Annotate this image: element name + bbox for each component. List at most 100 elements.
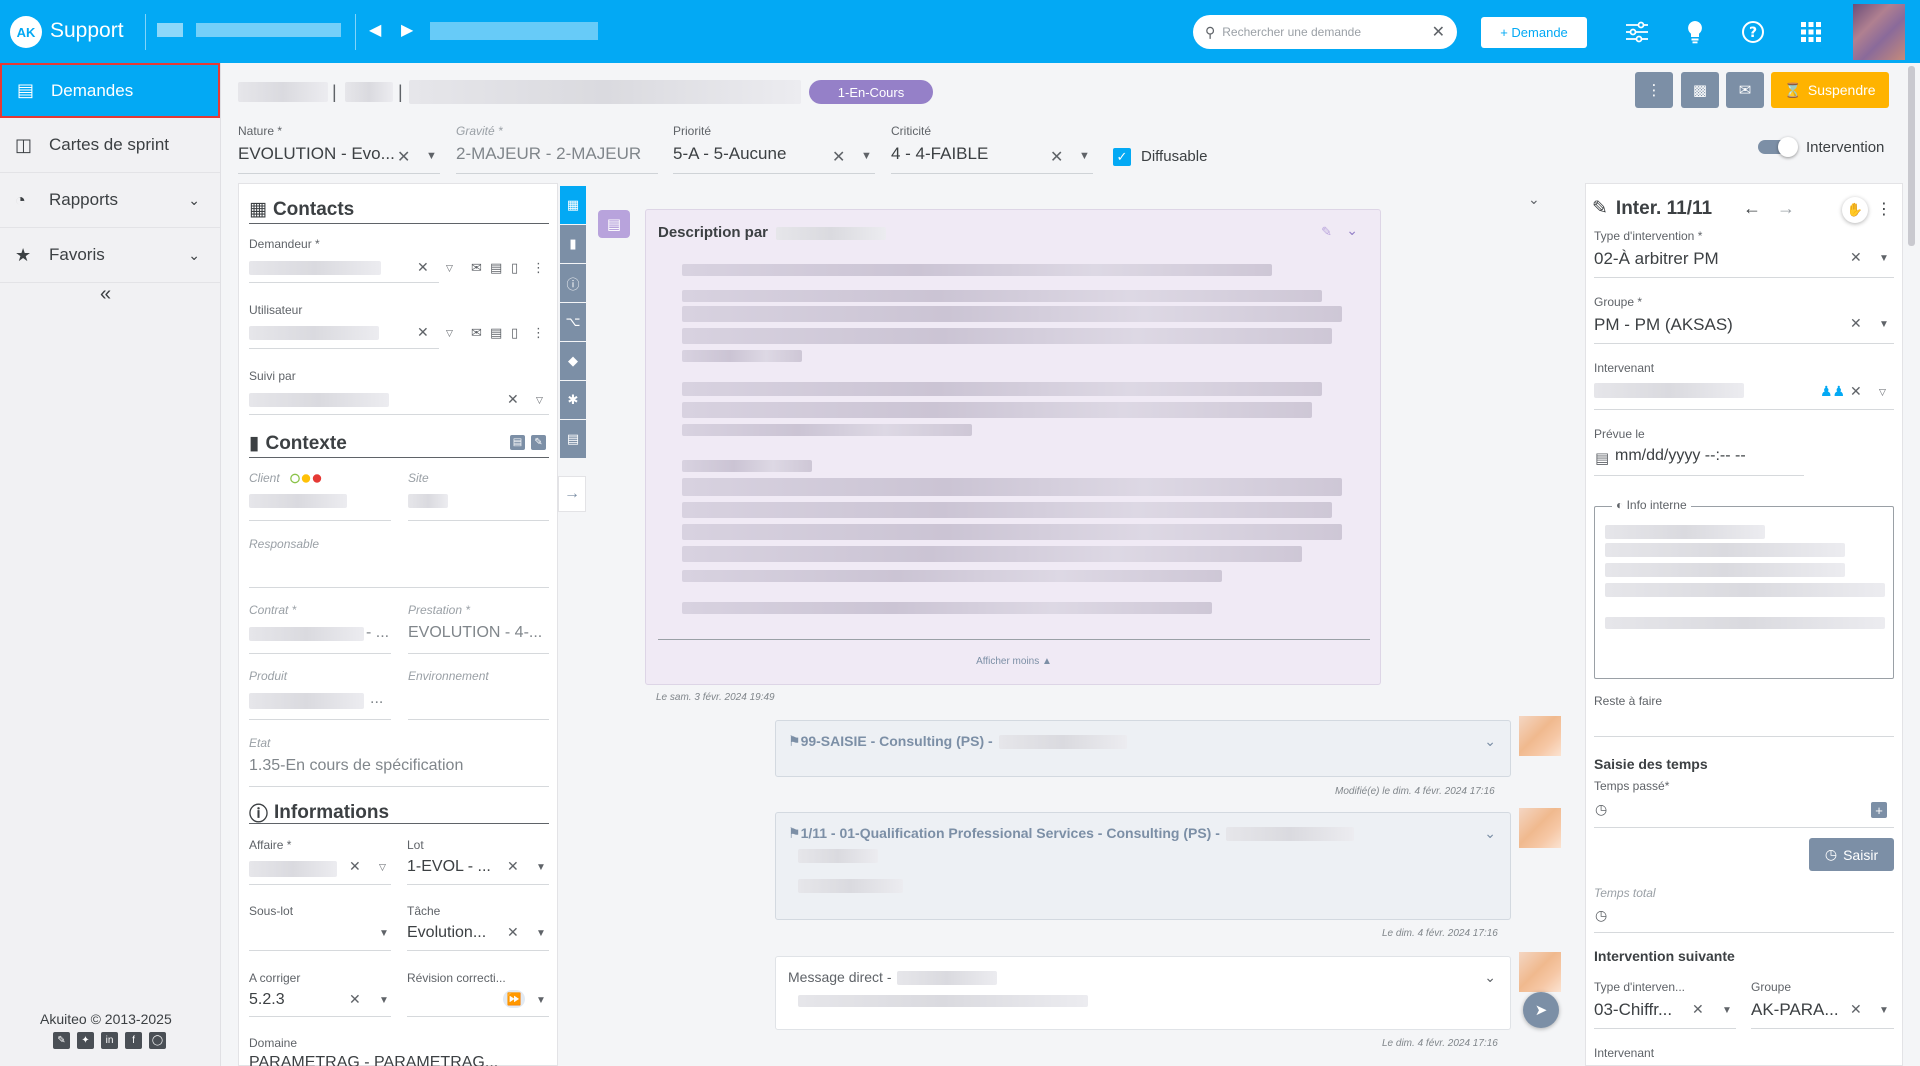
phone-icon[interactable]: ▯ (511, 260, 518, 276)
chevron-down-icon[interactable]: ⌄ (1528, 191, 1540, 208)
clear-icon[interactable]: ✕ (397, 147, 410, 167)
message-card[interactable]: Message direct - ⌄ (775, 956, 1511, 1030)
more-actions-button[interactable]: ⋮ (1635, 72, 1673, 108)
linkedin-icon[interactable]: in (101, 1032, 118, 1049)
clear-icon[interactable]: ✕ (1850, 315, 1862, 332)
collapse-sidebar-icon[interactable]: « (100, 283, 111, 306)
chevron-down-icon[interactable]: ⌄ (1484, 825, 1496, 842)
previous-arrow-icon[interactable]: ◀ (369, 20, 381, 40)
arrow-left-icon[interactable]: ← (1743, 198, 1761, 219)
clear-search-icon[interactable]: ✕ (1432, 22, 1445, 42)
instagram-icon[interactable]: ◯ (149, 1032, 166, 1049)
clear-icon[interactable]: ✕ (507, 391, 519, 408)
contact-card-icon[interactable]: ▤ (490, 325, 502, 341)
dropdown-arrow-icon[interactable]: ▼ (1879, 253, 1889, 264)
clear-icon[interactable]: ✕ (832, 147, 845, 167)
apps-grid-icon[interactable] (1798, 19, 1824, 45)
tab-tag-icon[interactable]: ◆ (560, 342, 586, 380)
dropdown-arrow-icon[interactable]: ▼ (536, 995, 546, 1006)
dropdown-arrow-icon[interactable]: ▼ (379, 995, 389, 1006)
dropdown-arrow-icon[interactable]: ▽ (536, 395, 543, 406)
dropdown-arrow-icon[interactable]: ▽ (446, 263, 453, 274)
clear-icon[interactable]: ✕ (1692, 1001, 1704, 1018)
clear-icon[interactable]: ✕ (417, 324, 429, 341)
email-icon[interactable]: ✉ (471, 325, 482, 341)
chat-bubbles-button[interactable]: ▩ (1681, 72, 1719, 108)
show-less-link[interactable]: Afficher moins ▲ (646, 656, 1382, 667)
dropdown-arrow-icon[interactable]: ▼ (861, 150, 872, 162)
contact-card-icon[interactable]: ▤ (490, 260, 502, 276)
chevron-down-icon[interactable]: ⌄ (1484, 733, 1496, 750)
dropdown-arrow-icon[interactable]: ▼ (1879, 319, 1889, 330)
sidebar-item-demandes[interactable]: ▤ Demandes (0, 63, 220, 118)
prevue-le-input[interactable]: mm/dd/yyyy --:-- -- (1615, 447, 1746, 465)
clear-icon[interactable]: ✕ (1850, 249, 1862, 266)
more-vertical-icon[interactable]: ⋮ (1876, 199, 1892, 219)
clear-icon[interactable]: ✕ (507, 858, 519, 875)
edit-icon[interactable]: ✎ (531, 435, 546, 450)
team-icon[interactable]: ♟♟ (1820, 383, 1845, 400)
bluesky-icon[interactable]: ✦ (77, 1032, 94, 1049)
filter-sliders-icon[interactable] (1624, 19, 1650, 45)
diffusable-checkbox[interactable]: ✓ (1113, 148, 1131, 166)
message-card[interactable]: ⚑1/11 - 01-Qualification Professional Se… (775, 812, 1511, 920)
more-vertical-icon[interactable]: ⋮ (532, 325, 545, 341)
info-card-icon[interactable]: ▤ (510, 435, 525, 450)
sidebar-item-rapports[interactable]: ◔ Rapports ⌄ (0, 173, 220, 228)
chevron-down-icon[interactable]: ⌄ (1484, 969, 1496, 986)
next-arrow-icon[interactable]: ▶ (401, 20, 413, 40)
tab-building-icon[interactable]: ▦ (560, 186, 586, 224)
tab-checklist-icon[interactable]: ▤ (560, 420, 586, 458)
info-interne-box[interactable] (1594, 506, 1894, 679)
search-input[interactable]: Rechercher une demande (1222, 25, 1361, 39)
edit-icon[interactable]: ✎ (1321, 224, 1332, 240)
blog-icon[interactable]: ✎ (53, 1032, 70, 1049)
help-icon[interactable]: ? (1740, 19, 1766, 45)
dropdown-arrow-icon[interactable]: ▽ (446, 328, 453, 339)
email-button[interactable]: ✉ (1726, 72, 1764, 108)
dropdown-arrow-icon[interactable]: ▼ (379, 928, 389, 939)
clear-icon[interactable]: ✕ (1850, 383, 1862, 400)
new-demande-button[interactable]: + Demande (1481, 17, 1587, 48)
dropdown-arrow-icon[interactable]: ▼ (1879, 1005, 1889, 1016)
tab-info-icon[interactable]: ⓘ (560, 264, 586, 302)
clear-icon[interactable]: ✕ (417, 259, 429, 276)
chevron-down-icon[interactable]: ⌄ (1346, 222, 1358, 239)
dropdown-arrow-icon[interactable]: ▼ (426, 150, 437, 162)
clear-icon[interactable]: ✕ (349, 858, 361, 875)
app-title[interactable]: Support (50, 19, 124, 43)
expand-arrow-icon[interactable]: → (558, 476, 586, 512)
tab-paperclip-icon[interactable]: ⌥ (560, 303, 586, 341)
saisir-button[interactable]: ◷ Saisir (1809, 838, 1894, 871)
intervention-toggle[interactable] (1758, 137, 1798, 157)
lightbulb-icon[interactable] (1682, 19, 1708, 45)
dropdown-arrow-icon[interactable]: ▼ (1079, 150, 1090, 162)
clear-icon[interactable]: ✕ (507, 924, 519, 941)
clear-icon[interactable]: ✕ (349, 991, 361, 1008)
tab-asterisk-icon[interactable]: ✱ (560, 381, 586, 419)
more-vertical-icon[interactable]: ⋮ (532, 260, 545, 276)
message-card[interactable]: ⚑99-SAISIE - Consulting (PS) - ⌄ (775, 720, 1511, 777)
dropdown-arrow-icon[interactable]: ▼ (536, 928, 546, 939)
calendar-clock-icon[interactable]: ▤ (1595, 449, 1609, 467)
clear-icon[interactable]: ✕ (1850, 1001, 1862, 1018)
dropdown-arrow-icon[interactable]: ▽ (379, 862, 386, 873)
scrollbar[interactable] (1908, 66, 1915, 246)
search-box[interactable]: ⚲ Rechercher une demande ✕ (1193, 15, 1457, 49)
fast-forward-icon[interactable]: ⏩ (503, 990, 525, 1008)
app-logo-icon[interactable]: AK (10, 16, 42, 48)
send-message-button[interactable]: ➤ (1523, 992, 1559, 1028)
user-avatar[interactable] (1853, 4, 1905, 60)
clear-icon[interactable]: ✕ (1050, 147, 1063, 167)
suspend-button[interactable]: ⌛ Suspendre (1771, 72, 1889, 108)
phone-icon[interactable]: ▯ (511, 325, 518, 341)
dropdown-arrow-icon[interactable]: ▽ (1879, 387, 1886, 398)
facebook-icon[interactable]: f (125, 1032, 142, 1049)
email-icon[interactable]: ✉ (471, 260, 482, 276)
tab-clipboard-icon[interactable]: ▮ (560, 225, 586, 263)
add-time-icon[interactable]: + (1871, 802, 1887, 818)
sidebar-item-cartes-de-sprint[interactable]: ◫ Cartes de sprint (0, 118, 220, 173)
hand-icon[interactable]: ✋ (1842, 197, 1868, 223)
arrow-right-icon[interactable]: → (1777, 198, 1795, 219)
sidebar-item-favoris[interactable]: ★ Favoris ⌄ (0, 228, 220, 283)
